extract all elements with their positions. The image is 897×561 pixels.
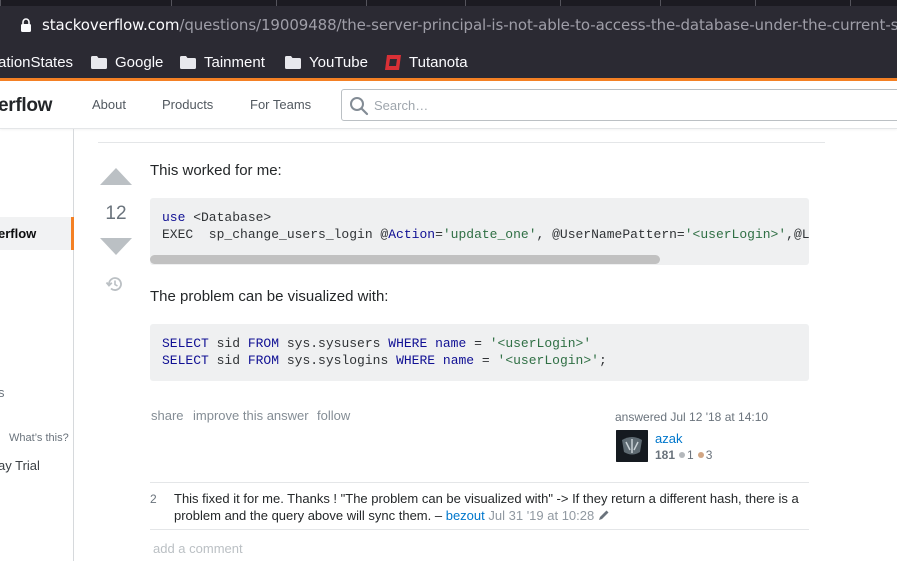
answer-visualize-text: The problem can be visualized with:	[150, 288, 389, 305]
code-text: SELECT sid FROM sys.sysusers WHERE name …	[162, 336, 607, 368]
bookmark-label: YouTube	[309, 53, 368, 71]
follow-link[interactable]: follow	[317, 408, 350, 423]
user-card: answered Jul 12 '18 at 14:10 azak 181 1 3	[615, 410, 815, 462]
pencil-icon[interactable]	[598, 509, 610, 521]
sidebar-item-label: erflow	[0, 226, 37, 241]
code-block-1: use <Database> EXEC sp_change_users_logi…	[150, 198, 809, 265]
code-block-2: SELECT sid FROM sys.sysusers WHERE name …	[150, 324, 809, 381]
bookmark-folder-youtube[interactable]: YouTube	[285, 51, 368, 73]
answered-date[interactable]: answered Jul 12 '18 at 14:10	[615, 410, 815, 424]
url-path: /questions/19009488/the-server-principal…	[179, 16, 897, 34]
bookmark-folder-tainment[interactable]: Tainment	[180, 51, 265, 73]
sidebar-item-free-trial[interactable]: ay Trial	[0, 458, 40, 473]
bookmark-label: ationStates	[0, 53, 74, 71]
nav-about[interactable]: About	[92, 97, 126, 112]
avatar[interactable]	[616, 430, 648, 462]
site-logo[interactable]: erflow	[0, 95, 52, 117]
nav-for-teams[interactable]: For Teams	[250, 97, 311, 112]
bookmark-label: Tainment	[204, 53, 265, 71]
history-icon[interactable]	[105, 274, 125, 294]
upvote-button[interactable]	[100, 168, 132, 185]
url-host: stackoverflow.com	[42, 16, 180, 34]
bookmarks-bar: ationStates Google Tainment YouTube Tuta…	[0, 46, 897, 78]
address-bar[interactable]: stackoverflow.com/questions/19009488/the…	[42, 16, 897, 34]
add-comment-link[interactable]: add a comment	[153, 541, 243, 556]
comment-user-link[interactable]: bezout	[446, 508, 485, 523]
improve-answer-link[interactable]: improve this answer	[193, 408, 309, 423]
user-name-link[interactable]: azak	[655, 431, 682, 446]
horizontal-scrollbar[interactable]	[150, 255, 660, 264]
answer-intro: This worked for me:	[150, 162, 282, 179]
bookmark-tutanota[interactable]: Tutanota	[385, 51, 468, 73]
comment: This fixed it for me. Thanks ! "The prob…	[174, 490, 814, 524]
downvote-button[interactable]	[100, 238, 132, 255]
reputation-score: 181	[655, 448, 676, 462]
bookmark-label: Google	[115, 53, 164, 71]
silver-badge-count: 1	[687, 448, 694, 462]
silver-badge-icon	[679, 452, 686, 458]
comment-score: 2	[150, 492, 157, 506]
search-icon	[350, 97, 369, 116]
browser-toolbar: stackoverflow.com/questions/19009488/the…	[0, 0, 897, 46]
bronze-badge-icon	[697, 452, 704, 458]
comment-text: This fixed it for me. Thanks ! "The prob…	[174, 491, 799, 523]
folder-icon	[180, 55, 196, 69]
share-link[interactable]: share	[151, 408, 184, 423]
search-input[interactable]	[374, 96, 774, 114]
folder-icon	[91, 55, 107, 69]
sidebar-item-stackoverflow[interactable]: erflow	[0, 217, 74, 250]
comment-date[interactable]: Jul 31 '19 at 10:28	[488, 508, 594, 523]
divider	[150, 482, 809, 483]
bookmark-label: Tutanota	[409, 53, 468, 71]
vote-count: 12	[105, 203, 127, 224]
search-box	[341, 89, 897, 121]
site-header: erflow About Products For Teams	[0, 81, 897, 129]
whats-this-link[interactable]: What’s this?	[9, 432, 69, 444]
bronze-badge-count: 3	[705, 448, 713, 462]
code-text: use <Database> EXEC sp_change_users_logi…	[162, 210, 809, 242]
bookmark-folder-google[interactable]: Google	[91, 51, 163, 73]
divider	[98, 142, 825, 143]
user-reputation: 181 1 3	[655, 448, 712, 462]
lock-icon	[21, 18, 31, 32]
nav-products[interactable]: Products	[162, 97, 213, 112]
tab-strip[interactable]	[0, 0, 897, 6]
bookmark-nationstates[interactable]: ationStates	[0, 51, 73, 73]
tutanota-icon	[385, 54, 401, 70]
sidebar-item-users[interactable]: s	[0, 385, 5, 400]
folder-icon	[285, 55, 301, 69]
left-sidebar: erflow s What’s this? ay Trial	[0, 129, 74, 561]
avatar-image	[616, 430, 648, 462]
divider	[150, 529, 809, 530]
